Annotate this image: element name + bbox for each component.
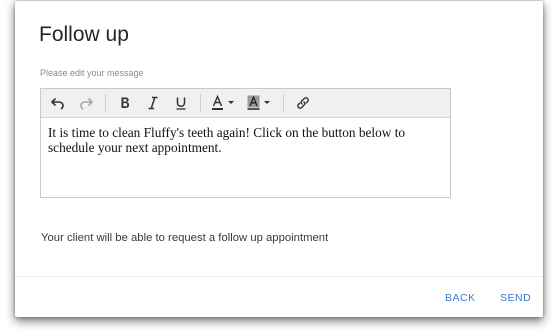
follow-up-dialog: Follow up Please edit your message It is… (15, 1, 543, 317)
message-editor: It is time to clean Fluffy's teeth again… (40, 88, 451, 198)
italic-icon (146, 96, 160, 110)
footer-divider (15, 276, 543, 277)
text-color-icon (211, 95, 237, 111)
background-color-icon (247, 95, 273, 111)
link-button[interactable] (289, 90, 317, 116)
bold-button[interactable] (111, 90, 139, 116)
redo-icon (79, 96, 93, 110)
underline-icon (174, 96, 188, 110)
screen: Follow up Please edit your message It is… (0, 0, 552, 335)
toolbar-divider (283, 94, 284, 112)
editor-toolbar (41, 89, 450, 118)
underline-button[interactable] (167, 90, 195, 116)
italic-button[interactable] (139, 90, 167, 116)
text-color-button[interactable] (206, 90, 242, 116)
toolbar-divider (105, 94, 106, 112)
background-color-button[interactable] (242, 90, 278, 116)
toolbar-divider (200, 94, 201, 112)
message-body[interactable]: It is time to clean Fluffy's teeth again… (41, 118, 450, 162)
bold-icon (118, 96, 132, 110)
send-button[interactable]: SEND (500, 292, 531, 304)
back-button[interactable]: BACK (445, 292, 476, 304)
redo-button[interactable] (72, 90, 100, 116)
message-field-label: Please edit your message (40, 68, 144, 78)
undo-icon (51, 96, 65, 110)
link-icon (296, 96, 310, 110)
dialog-title: Follow up (39, 23, 129, 46)
undo-button[interactable] (44, 90, 72, 116)
helper-text: Your client will be able to request a fo… (41, 232, 329, 244)
